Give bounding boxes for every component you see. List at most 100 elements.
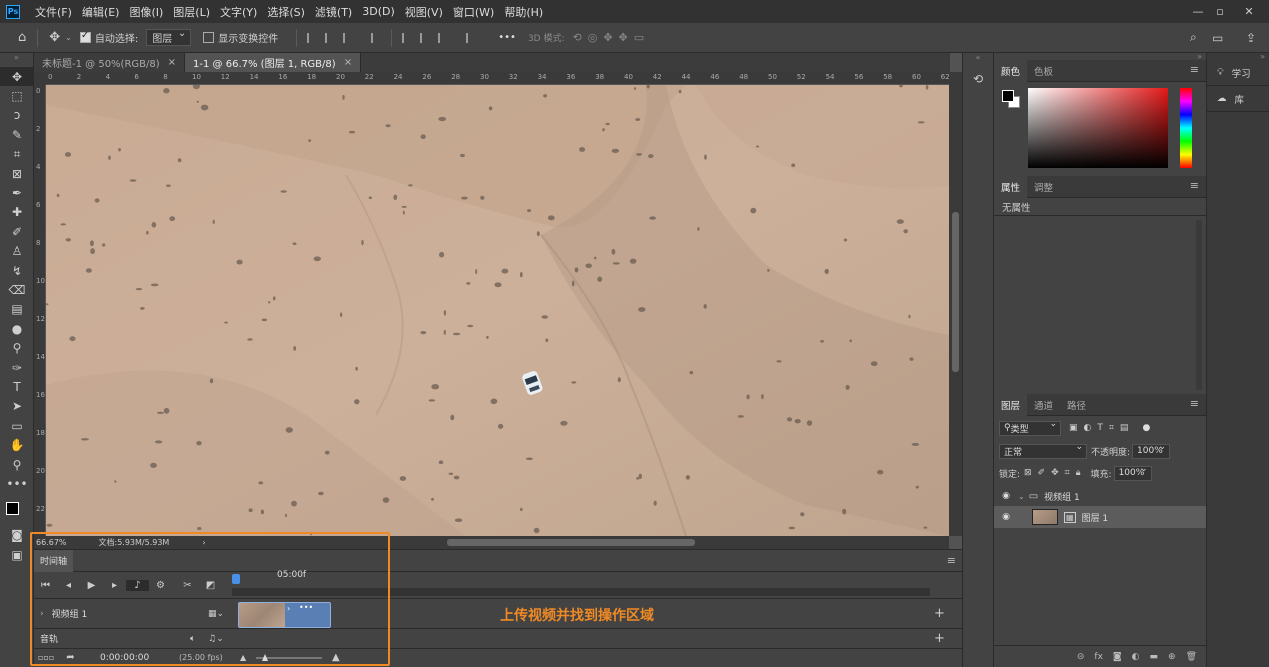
maximize-button[interactable]: ▫ — [1209, 0, 1231, 23]
previous-frame-icon[interactable]: ◂ — [57, 580, 80, 591]
zoom-level[interactable]: 66.67% — [36, 538, 67, 547]
go-to-first-frame-icon[interactable]: ⏮ — [34, 580, 57, 591]
hand-tool-icon[interactable]: ✋ — [0, 435, 34, 454]
tab-layers[interactable]: 图层 — [994, 393, 1028, 416]
collapse-icon[interactable]: » — [1207, 53, 1269, 61]
chevron-right-icon[interactable]: › — [202, 538, 205, 547]
expand-icon[interactable]: « — [963, 53, 993, 62]
transition-icon[interactable]: ◩ — [199, 580, 222, 591]
adjustment-icon[interactable]: ◐ — [1132, 652, 1140, 662]
type-tool-icon[interactable]: T — [0, 377, 34, 396]
more-options-icon[interactable]: ••• — [498, 32, 516, 43]
crop-tool-icon[interactable]: ⌗ — [0, 145, 34, 164]
history-brush-icon[interactable]: ↯ — [0, 261, 34, 280]
new-layer-icon[interactable]: ⊕ — [1168, 652, 1176, 662]
eyedropper-tool-icon[interactable]: ✒ — [0, 183, 34, 202]
menu-edit[interactable]: 编辑(E) — [77, 4, 125, 20]
align-bottom-icon[interactable] — [438, 32, 448, 43]
menu-3d[interactable]: 3D(D) — [357, 5, 400, 18]
panel-menu-icon[interactable]: ≡ — [947, 554, 956, 567]
menu-image[interactable]: 图像(I) — [124, 4, 168, 20]
mask-icon[interactable]: ◙ — [1113, 652, 1122, 662]
close-icon[interactable]: × — [344, 57, 352, 68]
panel-menu-icon[interactable]: ≡ — [1190, 63, 1199, 76]
color-field[interactable] — [1028, 88, 1168, 168]
history-icon[interactable]: ⟲ — [970, 72, 986, 88]
fill-input[interactable]: 100% — [1113, 464, 1152, 481]
clip-more-icon[interactable]: ••• — [299, 603, 313, 612]
kind-filter-dropdown[interactable]: ⚲ 类型 — [999, 419, 1061, 436]
opacity-input[interactable]: 100% — [1132, 442, 1171, 459]
mute-icon[interactable]: 🔈︎ — [190, 634, 195, 644]
align-right-icon[interactable] — [343, 32, 353, 43]
share-icon[interactable]: ⇪ — [1246, 31, 1256, 45]
more-tools-icon[interactable]: ••• — [0, 474, 34, 493]
add-audio-icon[interactable]: + — [934, 631, 945, 646]
frame-animation-icon[interactable]: ▫▫▫ — [38, 653, 54, 662]
blend-mode-dropdown[interactable]: 正常 — [999, 442, 1087, 459]
link-icon[interactable]: ⊝ — [1077, 652, 1085, 662]
gradient-tool-icon[interactable]: ▤ — [0, 300, 34, 319]
collapse-icon[interactable]: » — [0, 53, 33, 67]
film-strip-icon[interactable]: ▦⌄ — [208, 609, 224, 619]
canvas-horizontal-scrollbar[interactable] — [220, 536, 949, 549]
add-media-icon[interactable]: + — [934, 606, 945, 621]
settings-gear-icon[interactable]: ⚙ — [149, 580, 172, 591]
foreground-color-swatch[interactable] — [6, 501, 19, 515]
menu-type[interactable]: 文字(Y) — [215, 4, 262, 20]
clone-stamp-icon[interactable]: ♙ — [0, 242, 34, 261]
delete-icon[interactable]: 🗑︎ — [1186, 652, 1197, 662]
panel-menu-icon[interactable]: ≡ — [1190, 179, 1199, 192]
tab-active-document[interactable]: 1-1 @ 66.7% (图层 1, RGB/8) × — [185, 53, 362, 72]
eraser-tool-icon[interactable]: ⌫ — [0, 280, 34, 299]
panel-scrollbar[interactable] — [1196, 220, 1202, 390]
menu-help[interactable]: 帮助(H) — [499, 4, 548, 20]
panel-menu-icon[interactable]: ≡ — [1190, 397, 1199, 410]
distribute-icon[interactable] — [371, 32, 381, 43]
align-left-icon[interactable] — [307, 32, 317, 43]
healing-brush-icon[interactable]: ✚ — [0, 203, 34, 222]
zoom-out-icon[interactable]: ▲ — [240, 653, 246, 662]
show-transform-checkbox[interactable] — [203, 32, 215, 43]
align-center-icon[interactable] — [325, 32, 335, 43]
auto-select-dropdown[interactable]: 图层 — [146, 28, 192, 46]
minimize-button[interactable]: — — [1187, 0, 1209, 23]
auto-select-checkbox[interactable] — [79, 30, 91, 43]
group-icon[interactable]: ▬ — [1150, 652, 1159, 662]
path-select-icon[interactable]: ➤ — [0, 397, 34, 416]
frame-tool-icon[interactable]: ⊠ — [0, 164, 34, 183]
fx-icon[interactable]: fx — [1094, 652, 1103, 662]
search-icon[interactable]: ⌕ — [1190, 30, 1197, 45]
blur-tool-icon[interactable]: ● — [0, 319, 34, 338]
foreground-color-swatch[interactable] — [1002, 90, 1014, 102]
layer-row-video-group[interactable]: ◉ ⌄ ▭ 视频组 1 — [994, 486, 1206, 506]
move-tool-icon[interactable]: ✥ — [0, 67, 34, 87]
canvas-vertical-scrollbar[interactable] — [949, 72, 962, 536]
visibility-eye-icon[interactable]: ◉ — [1000, 491, 1012, 501]
expand-chevron-icon[interactable]: › — [40, 609, 44, 619]
close-icon[interactable]: × — [168, 57, 176, 68]
menu-file[interactable]: 文件(F) — [30, 4, 77, 20]
quick-mask-icon[interactable]: ◙ — [0, 526, 34, 545]
menu-window[interactable]: 窗口(W) — [448, 4, 499, 20]
home-icon[interactable]: ⌂ — [18, 30, 26, 45]
layer-row-layer1[interactable]: ◉ ▦ 图层 1 — [994, 506, 1206, 528]
tab-untitled[interactable]: 未标题-1 @ 50%(RGB/8) × — [34, 53, 186, 72]
chevron-down-icon[interactable]: ⌄ — [65, 33, 72, 42]
rectangle-tool-icon[interactable]: ▭ — [0, 416, 34, 435]
workspace-icon[interactable]: ▭ — [1212, 31, 1223, 45]
scroll-thumb[interactable] — [952, 212, 959, 372]
audio-icon[interactable]: ♪ — [126, 579, 149, 591]
document-canvas[interactable] — [46, 85, 949, 536]
close-window-button[interactable]: ✕ — [1238, 0, 1260, 23]
scroll-thumb[interactable] — [447, 539, 695, 546]
filter-toggle-icon[interactable]: ● — [1142, 423, 1150, 433]
tab-channels[interactable]: 通道 — [1027, 394, 1060, 416]
dodge-tool-icon[interactable]: ⚲ — [0, 338, 34, 357]
library-button[interactable]: ☁︎ 库 — [1207, 86, 1269, 112]
tab-color[interactable]: 颜色 — [994, 59, 1028, 82]
menu-select[interactable]: 选择(S) — [262, 4, 310, 20]
align-top-icon[interactable] — [402, 32, 412, 43]
tab-timeline[interactable]: 时间轴 — [34, 549, 74, 572]
brush-tool-icon[interactable]: ✐ — [0, 222, 34, 241]
